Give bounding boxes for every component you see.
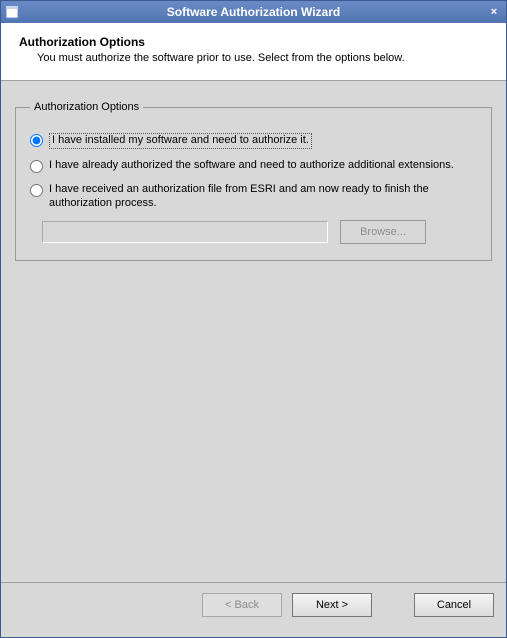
wizard-window: Software Authorization Wizard × Authoriz… xyxy=(0,0,507,638)
wizard-body: Authorization Options I have installed m… xyxy=(1,81,506,582)
close-icon[interactable]: × xyxy=(486,4,502,20)
radio-input-additional-extensions[interactable] xyxy=(30,160,43,173)
page-subtitle: You must authorize the software prior to… xyxy=(37,52,488,64)
radio-option-received-file[interactable]: I have received an authorization file fr… xyxy=(30,183,477,211)
back-button: < Back xyxy=(202,593,282,617)
browse-button: Browse... xyxy=(340,220,426,244)
radio-input-received-file[interactable] xyxy=(30,184,43,197)
authorization-file-row: Browse... xyxy=(42,220,477,244)
authorization-file-input xyxy=(42,221,328,243)
authorization-options-group: Authorization Options I have installed m… xyxy=(15,101,492,261)
window-title: Software Authorization Wizard xyxy=(1,5,506,19)
wizard-header: Authorization Options You must authorize… xyxy=(1,23,506,81)
next-button[interactable]: Next > xyxy=(292,593,372,617)
window-icon xyxy=(5,5,19,19)
radio-label: I have installed my software and need to… xyxy=(49,133,312,149)
cancel-button[interactable]: Cancel xyxy=(414,593,494,617)
radio-label: I have already authorized the software a… xyxy=(49,159,454,173)
wizard-footer: < Back Next > Cancel xyxy=(1,582,506,637)
footer-gap xyxy=(382,593,404,617)
page-title: Authorization Options xyxy=(19,35,488,49)
radio-option-install-authorize[interactable]: I have installed my software and need to… xyxy=(30,133,477,149)
radio-input-install-authorize[interactable] xyxy=(30,134,43,147)
titlebar: Software Authorization Wizard × xyxy=(1,1,506,23)
radio-option-additional-extensions[interactable]: I have already authorized the software a… xyxy=(30,159,477,173)
radio-label: I have received an authorization file fr… xyxy=(49,183,477,211)
group-legend: Authorization Options xyxy=(30,101,143,113)
